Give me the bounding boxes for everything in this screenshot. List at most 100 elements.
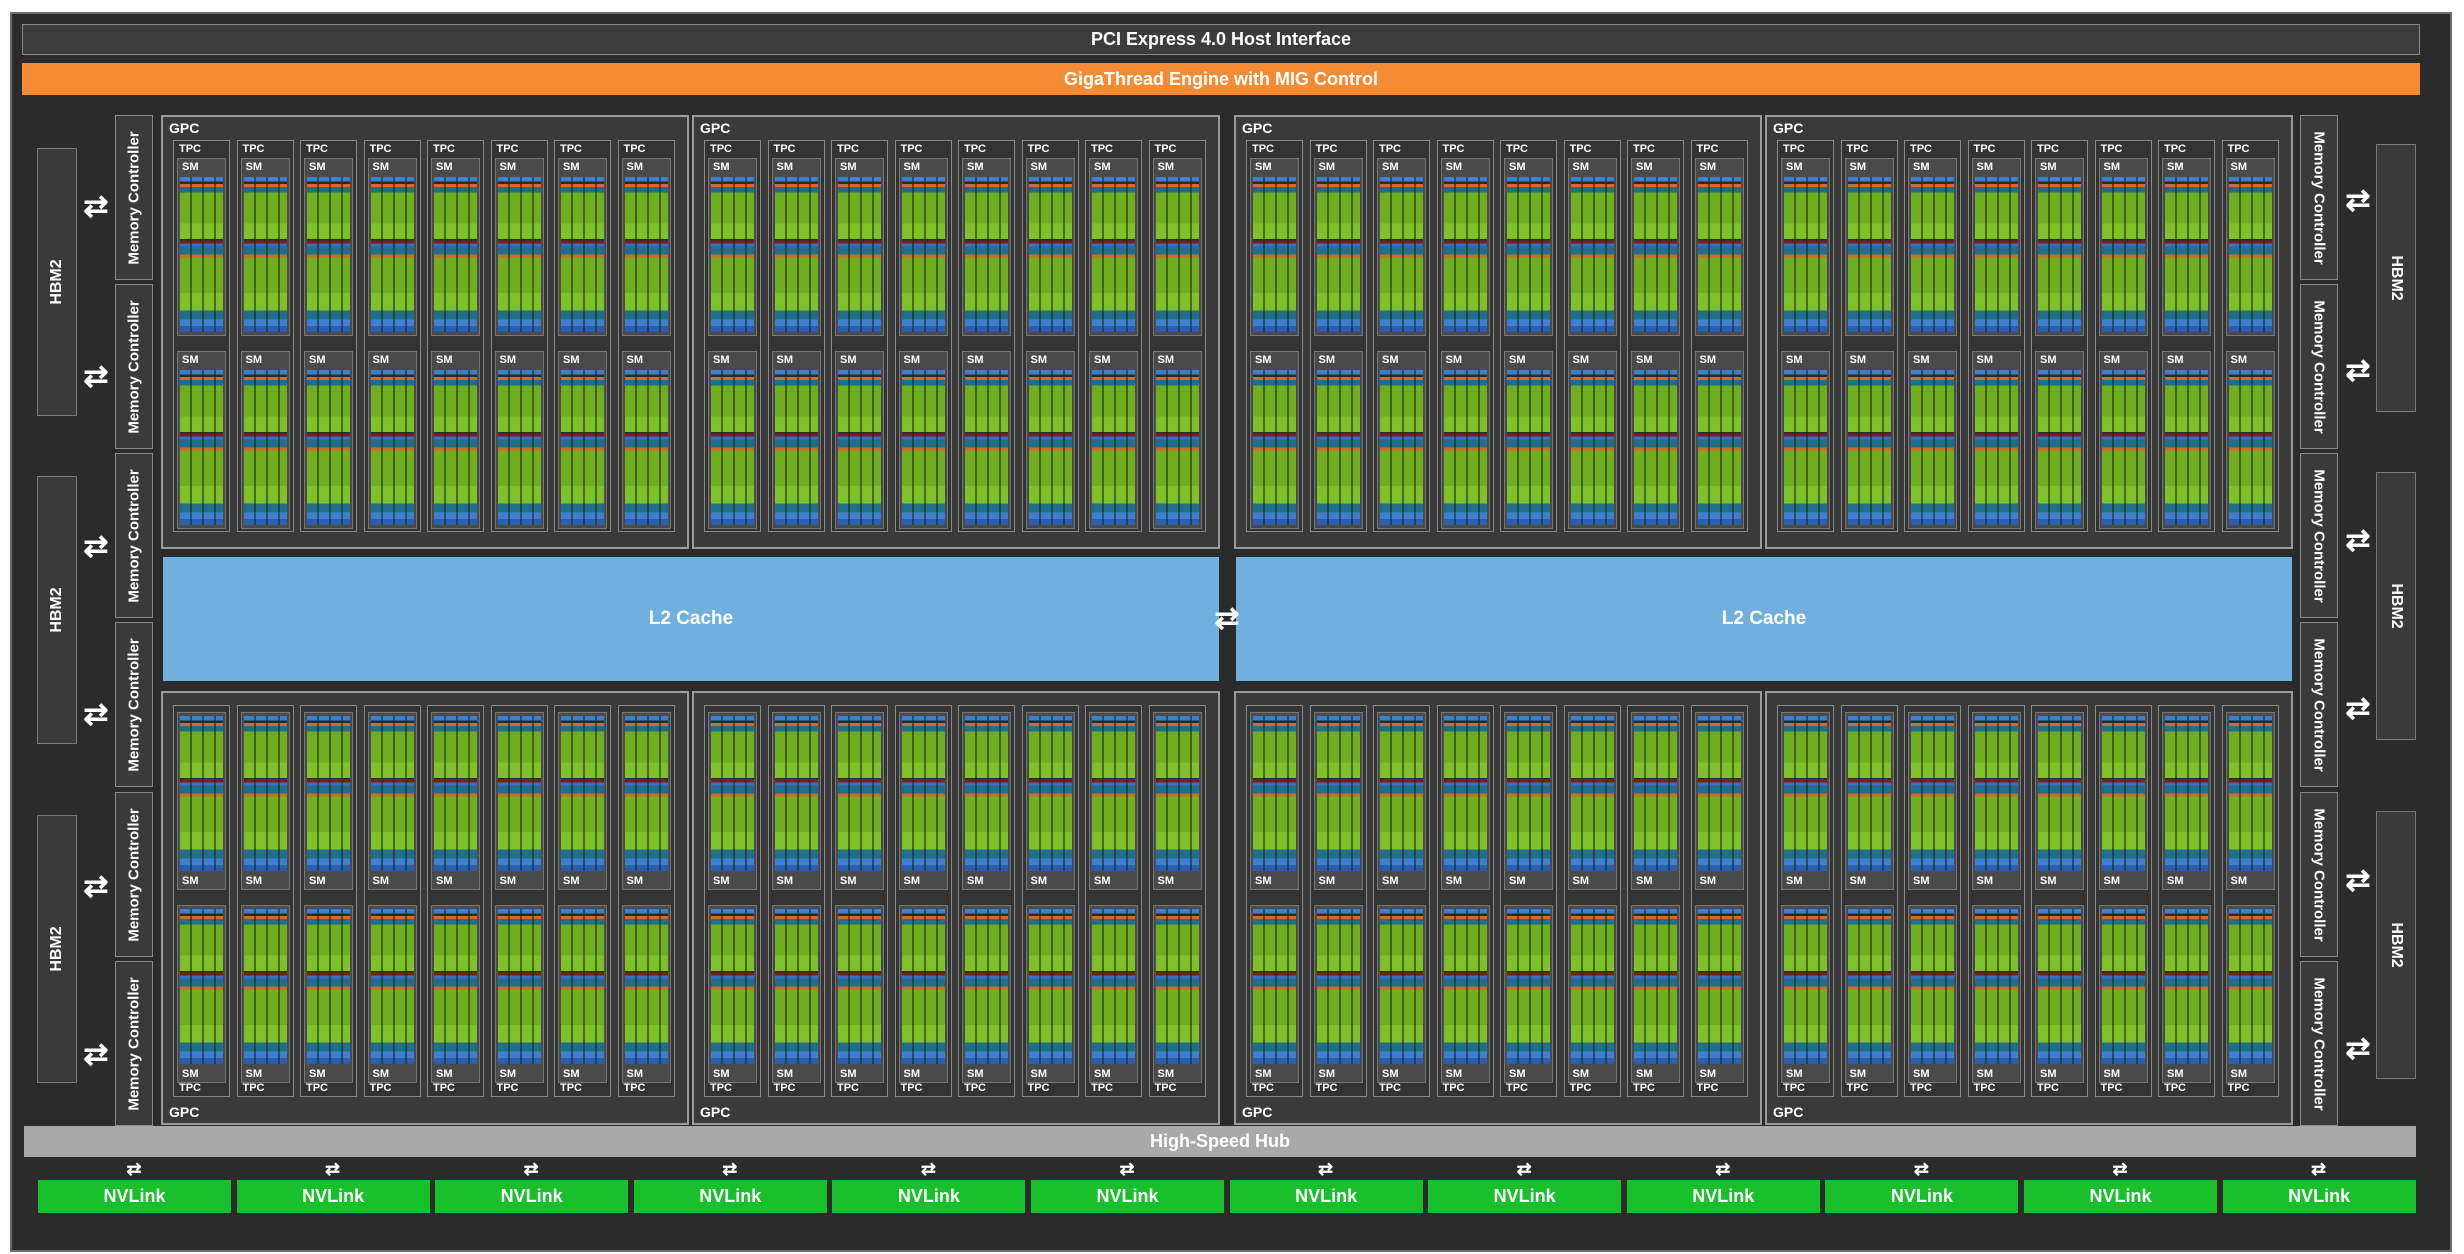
sm: SM xyxy=(1694,905,1744,1083)
sm-label: SM xyxy=(245,875,263,887)
memory-controller-right: Memory Controller xyxy=(2300,115,2338,280)
sm-cores xyxy=(434,370,477,525)
tpc-label: TPC xyxy=(1569,1082,1592,1094)
sm-cores xyxy=(774,177,818,332)
memory-controller-label: Memory Controller xyxy=(2310,976,2328,1111)
sm-cores xyxy=(434,716,477,871)
sm-cores xyxy=(1316,716,1360,871)
sm-label: SM xyxy=(1382,1068,1399,1080)
sm: SM xyxy=(1250,351,1299,529)
sm-cores xyxy=(1380,177,1423,332)
sm: SM xyxy=(962,905,1011,1083)
gpc-label: GPC xyxy=(169,120,200,136)
sm-cores xyxy=(1155,909,1199,1064)
tpc: TPC SM SM xyxy=(617,140,675,532)
tpc: TPC SM SM xyxy=(767,705,825,1097)
gigathread-engine: GigaThread Engine with MIG Control xyxy=(22,63,2420,95)
memory-controller-left: Memory Controller xyxy=(115,453,153,618)
sm-label: SM xyxy=(499,1068,517,1080)
sm: SM xyxy=(1781,905,1830,1083)
sm-cores xyxy=(774,909,818,1064)
nvlink-arrow: ⇄ xyxy=(523,1159,539,1179)
sm-label: SM xyxy=(1445,1068,1463,1080)
sm: SM xyxy=(177,905,226,1083)
tpc: TPC SM SM xyxy=(1777,140,1834,532)
tpc-label: TPC xyxy=(1910,1082,1932,1094)
tpc-label: TPC xyxy=(306,1082,328,1094)
sm-cores xyxy=(624,177,668,332)
sm: SM xyxy=(2098,351,2148,529)
sm-cores xyxy=(1092,909,1135,1064)
nvlink-arrow: ⇄ xyxy=(1913,1159,1929,1179)
sm: SM xyxy=(177,351,226,529)
sm-cores xyxy=(1784,909,1827,1064)
sm: SM xyxy=(898,712,948,890)
sm: SM xyxy=(1844,905,1894,1083)
sm-label: SM xyxy=(1699,1068,1717,1080)
sm-label: SM xyxy=(563,875,580,887)
sm-cores xyxy=(434,177,477,332)
sm: SM xyxy=(898,905,948,1083)
sm-label: SM xyxy=(1699,875,1717,887)
hbm2-stack-right: HBM2 xyxy=(2376,144,2416,412)
sm-label: SM xyxy=(182,354,199,366)
hbm2-label: HBM2 xyxy=(48,587,65,633)
sm: SM xyxy=(1250,712,1299,890)
tpc-label: TPC xyxy=(2227,1082,2250,1094)
tpc-label: TPC xyxy=(2037,143,2059,155)
sm: SM xyxy=(1971,351,2021,529)
sm-label: SM xyxy=(1255,875,1272,887)
hbm-link-arrow-left: ⇄ xyxy=(83,870,109,903)
tpc-label: TPC xyxy=(1783,143,1805,155)
sm: SM xyxy=(771,905,821,1083)
sm-cores xyxy=(1028,716,1072,871)
sm-cores xyxy=(307,909,350,1064)
tpc: TPC SM SM xyxy=(173,140,230,532)
sm-cores xyxy=(1028,370,1072,525)
tpc: TPC SM SM xyxy=(2094,140,2152,532)
sm: SM xyxy=(2225,158,2275,336)
memory-controller-label: Memory Controller xyxy=(125,637,143,772)
sm: SM xyxy=(240,712,290,890)
nvlink: NVLink xyxy=(1229,1180,1423,1213)
sm: SM xyxy=(558,351,607,529)
sm-label: SM xyxy=(1030,354,1048,366)
hbm-link-arrow-right: ⇄ xyxy=(2345,1032,2371,1065)
hbm-link-arrow-left: ⇄ xyxy=(83,530,109,563)
sm-cores xyxy=(1847,177,1891,332)
tpc: TPC SM SM xyxy=(1148,705,1206,1097)
tpc: TPC SM SM xyxy=(427,140,484,532)
sm-cores xyxy=(624,370,668,525)
sm-cores xyxy=(243,177,287,332)
sm-label: SM xyxy=(309,161,326,173)
sm: SM xyxy=(1844,351,1894,529)
tpc: TPC SM SM xyxy=(1373,705,1430,1097)
sm-label: SM xyxy=(1509,161,1526,173)
tpc-label: TPC xyxy=(1091,143,1113,155)
sm: SM xyxy=(431,351,480,529)
gpc: GPC TPC SM SM TPC SM SM TPC SM SM TPC SM SM TPC SM SM TP… xyxy=(161,115,689,549)
sm: SM xyxy=(1567,712,1617,890)
tpc-label: TPC xyxy=(964,1082,986,1094)
sm: SM xyxy=(177,712,226,890)
gpc-label: GPC xyxy=(1773,120,1804,136)
sm-cores xyxy=(370,716,414,871)
sm: SM xyxy=(1908,905,1957,1083)
tpc: TPC SM SM xyxy=(1436,705,1494,1097)
sm-cores xyxy=(901,909,945,1064)
sm-cores xyxy=(497,716,541,871)
sm: SM xyxy=(1908,158,1957,336)
tpc: TPC SM SM xyxy=(1246,140,1303,532)
tpc: TPC SM SM xyxy=(300,140,357,532)
sm: SM xyxy=(1908,351,1957,529)
sm-cores xyxy=(2101,716,2145,871)
hbm-link-arrow-right: ⇄ xyxy=(2345,524,2371,557)
sm-label: SM xyxy=(967,875,984,887)
hbm-link-arrow-right: ⇄ xyxy=(2345,184,2371,217)
sm: SM xyxy=(1377,905,1426,1083)
tpc-label: TPC xyxy=(1154,1082,1177,1094)
nvlink: NVLink xyxy=(38,1180,231,1213)
sm-label: SM xyxy=(499,161,517,173)
sm-label: SM xyxy=(1913,875,1930,887)
nvlink-arrow: ⇄ xyxy=(920,1159,936,1179)
